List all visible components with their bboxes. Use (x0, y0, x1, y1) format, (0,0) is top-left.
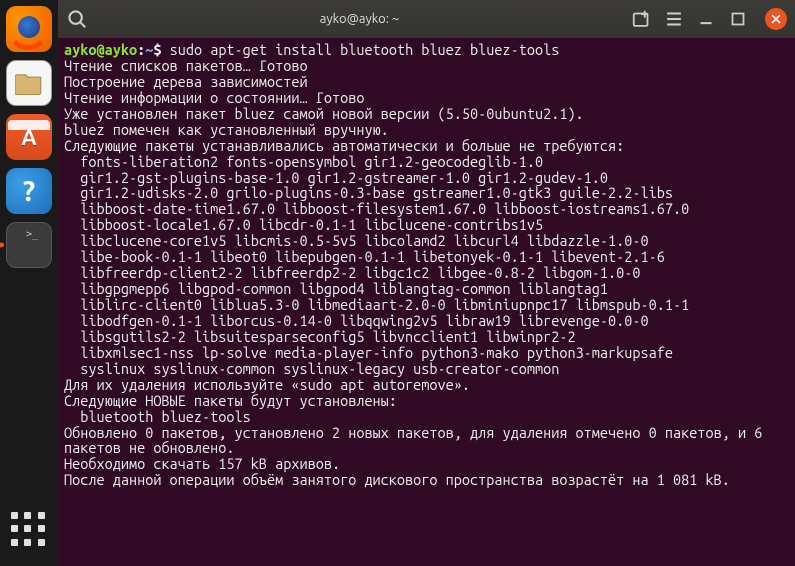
terminal-window: ayko@ayko: ~ ayko@ayko:~$ sud (58, 0, 795, 566)
minimize-icon[interactable] (695, 8, 717, 30)
firefox-icon[interactable] (6, 6, 52, 52)
launcher-dock: A ? >_ (0, 0, 58, 566)
show-applications-icon[interactable] (11, 512, 47, 548)
prompt-user: ayko@ayko (64, 41, 137, 58)
window-title: ayko@ayko: ~ (88, 12, 631, 26)
titlebar: ayko@ayko: ~ (58, 0, 795, 38)
command-text: sudo apt-get install bluetooth bluez blu… (170, 41, 560, 58)
menu-icon[interactable] (663, 8, 685, 30)
maximize-icon[interactable] (727, 8, 749, 30)
output-lines: Чтение списков пакетов… Готово Построени… (64, 57, 770, 488)
software-center-icon[interactable]: A (6, 114, 52, 160)
close-icon[interactable] (765, 8, 787, 30)
files-icon[interactable] (6, 60, 52, 106)
new-tab-icon[interactable] (631, 8, 653, 30)
terminal-icon[interactable]: >_ (6, 222, 52, 268)
help-icon[interactable]: ? (6, 168, 52, 214)
search-icon[interactable] (66, 8, 88, 30)
terminal-output[interactable]: ayko@ayko:~$ sudo apt-get install blueto… (58, 38, 795, 566)
